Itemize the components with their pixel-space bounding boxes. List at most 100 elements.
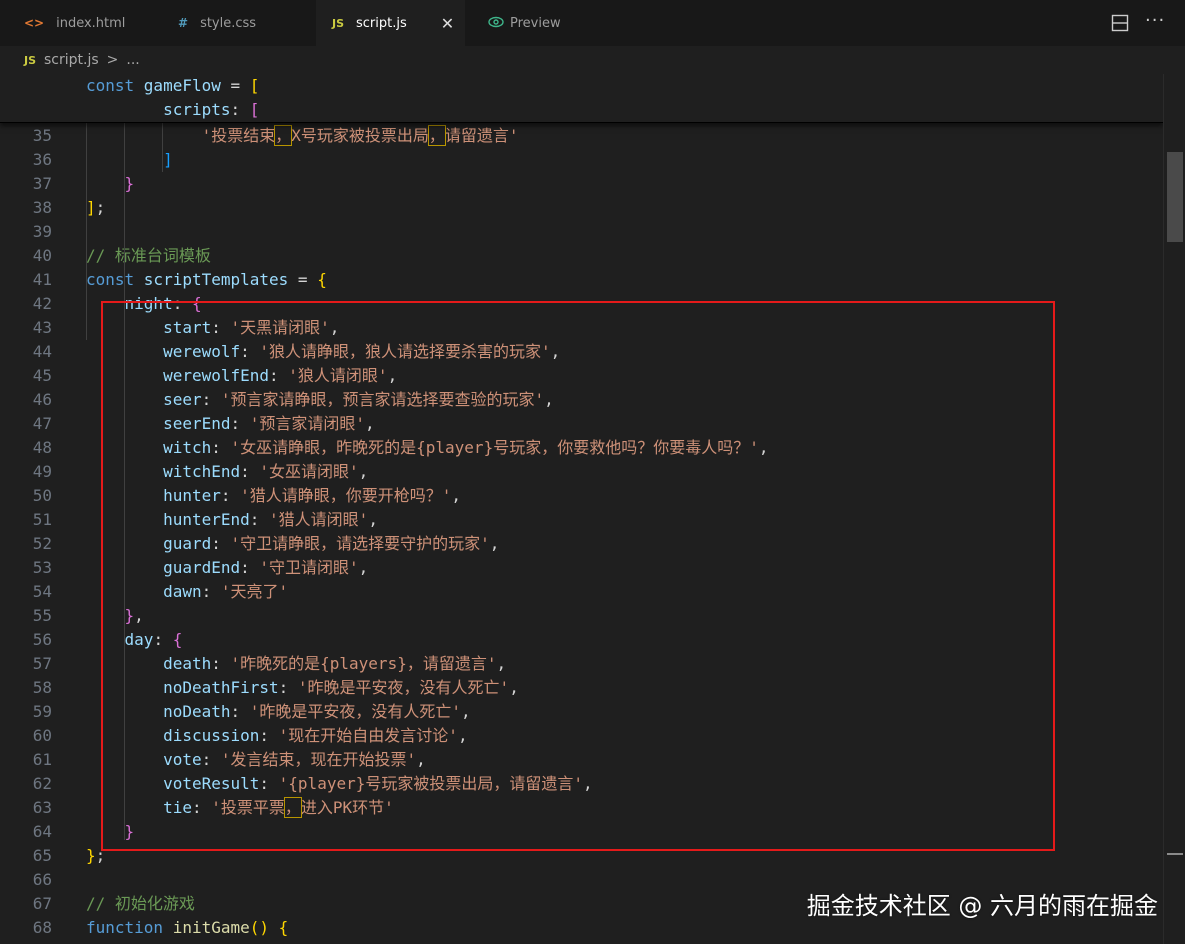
code-line[interactable]: 38];	[0, 196, 1163, 220]
code-line[interactable]: 56 day: {	[0, 628, 1163, 652]
code-token: night	[124, 294, 173, 313]
code-token: ,	[583, 774, 593, 793]
line-number: 55	[32, 606, 52, 625]
sticky-line[interactable]: scripts: [	[0, 98, 1163, 122]
line-number: 37	[32, 174, 52, 193]
code-line[interactable]: 50 hunter: '猎人请睁眼，你要开枪吗？',	[0, 484, 1163, 508]
close-icon[interactable]: ✕	[441, 14, 454, 33]
code-line[interactable]: 35 '投票结束，X号玩家被投票出局，请留遗言'	[0, 124, 1163, 148]
code-token: :	[211, 654, 231, 673]
code-line[interactable]: 41 const scriptTemplates = {	[0, 268, 1163, 292]
code-token: '昨晚死的是{players}，请留遗言'	[230, 654, 497, 673]
code-line[interactable]: 52 guard: '守卫请睁眼，请选择要守护的玩家',	[0, 532, 1163, 556]
split-editor-icon[interactable]	[1111, 14, 1129, 36]
line-number: 39	[32, 222, 52, 241]
code-line[interactable]: 61 vote: '发言结束，现在开始投票',	[0, 748, 1163, 772]
code-token: ;	[95, 846, 106, 865]
tab-preview[interactable]: Preview	[488, 0, 598, 46]
line-text: noDeathFirst: '昨晚是平安夜，没有人死亡',	[86, 676, 519, 700]
line-number: 41	[32, 270, 52, 289]
code-token: function	[86, 918, 173, 937]
code-line[interactable]: 59 noDeath: '昨晚是平安夜，没有人死亡',	[0, 700, 1163, 724]
line-text: dawn: '天亮了'	[86, 580, 288, 604]
code-token: :	[172, 294, 192, 313]
code-token: death	[163, 654, 212, 673]
line-number: 50	[32, 486, 52, 505]
code-token: initGame	[172, 918, 250, 937]
code-line[interactable]: 40 // 标准台词模板	[0, 244, 1163, 268]
tab-script-js[interactable]: JS script.js ✕	[316, 0, 465, 46]
code-token: :	[230, 100, 250, 119]
code-editor[interactable]: const gameFlow = [ scripts: [ 34 '发言结束，现…	[0, 74, 1163, 944]
line-number: 40	[32, 246, 52, 265]
code-token: '天亮了'	[220, 582, 289, 601]
breadcrumb-rest[interactable]: ...	[126, 52, 139, 68]
code-token: ,	[358, 462, 369, 481]
line-number: 46	[32, 390, 52, 409]
tab-label: style.css	[200, 15, 257, 31]
tab-style-css[interactable]: # style.css	[178, 0, 308, 46]
line-text: discussion: '现在开始自由发言讨论',	[86, 724, 468, 748]
code-line[interactable]: 53 guardEnd: '守卫请闭眼',	[0, 556, 1163, 580]
code-line[interactable]: 46 seer: '预言家请睁眼，预言家请选择要查验的玩家',	[0, 388, 1163, 412]
code-line[interactable]: 43 start: '天黑请闭眼',	[0, 316, 1163, 340]
code-token: '发言结束，现在开始投票'	[220, 750, 417, 769]
code-line[interactable]: 37 }	[0, 172, 1163, 196]
code-line[interactable]: 36 ]	[0, 148, 1163, 172]
line-text: witchEnd: '女巫请闭眼',	[86, 460, 368, 484]
code-line[interactable]: 54 dawn: '天亮了'	[0, 580, 1163, 604]
line-number: 60	[32, 726, 52, 745]
code-token: // 标准台词模板	[86, 246, 211, 265]
code-line[interactable]: 57 death: '昨晚死的是{players}，请留遗言',	[0, 652, 1163, 676]
more-actions-icon[interactable]: ···	[1145, 10, 1165, 31]
code-line[interactable]: 51 hunterEnd: '猎人请闭眼',	[0, 508, 1163, 532]
html-file-icon: <>	[24, 16, 45, 30]
code-token: voteResult	[163, 774, 260, 793]
code-token: [	[249, 100, 260, 119]
scrollbar-thumb[interactable]	[1167, 152, 1183, 242]
code-token: :	[201, 390, 221, 409]
code-line[interactable]: 55 },	[0, 604, 1163, 628]
code-line[interactable]: 39	[0, 220, 1163, 244]
code-token: ,	[509, 678, 519, 697]
code-line[interactable]: 45 werewolfEnd: '狼人请闭眼',	[0, 364, 1163, 388]
code-line[interactable]: 62 voteResult: '{player}号玩家被投票出局，请留遗言',	[0, 772, 1163, 796]
code-token: ,	[550, 342, 561, 361]
vertical-scrollbar[interactable]	[1163, 74, 1185, 944]
code-line[interactable]: 48 witch: '女巫请睁眼，昨晚死的是{player}号玩家，你要救他吗？…	[0, 436, 1163, 460]
sticky-line[interactable]: const gameFlow = [	[0, 74, 1163, 98]
line-text: death: '昨晚死的是{players}，请留遗言',	[86, 652, 506, 676]
line-text: // 初始化游戏	[86, 892, 195, 916]
code-line[interactable]: 58 noDeathFirst: '昨晚是平安夜，没有人死亡',	[0, 676, 1163, 700]
code-token: :	[201, 582, 221, 601]
breadcrumb-file[interactable]: script.js	[44, 52, 99, 68]
code-line[interactable]: 60 discussion: '现在开始自由发言讨论',	[0, 724, 1163, 748]
code-line[interactable]: 44 werewolf: '狼人请睁眼，狼人请选择要杀害的玩家',	[0, 340, 1163, 364]
tab-index-html[interactable]: <> index.html	[24, 0, 164, 46]
code-token: ]	[163, 150, 173, 169]
code-line[interactable]: 49 witchEnd: '女巫请闭眼',	[0, 460, 1163, 484]
code-line[interactable]: 47 seerEnd: '预言家请闭眼',	[0, 412, 1163, 436]
line-number: 49	[32, 462, 52, 481]
code-token: ,	[544, 390, 554, 409]
code-token: ，	[274, 125, 293, 146]
code-line[interactable]: 63 tie: '投票平票，进入PK环节'	[0, 796, 1163, 820]
code-token: vote	[163, 750, 202, 769]
code-line[interactable]: 64 }	[0, 820, 1163, 844]
code-token: =	[288, 270, 318, 289]
code-line[interactable]: 42 night: {	[0, 292, 1163, 316]
sticky-scroll-header[interactable]: const gameFlow = [ scripts: [	[0, 74, 1163, 123]
code-line[interactable]: 65};	[0, 844, 1163, 868]
code-token: :	[240, 342, 260, 361]
code-token: :	[211, 318, 231, 337]
line-number: 48	[32, 438, 52, 457]
code-token: :	[269, 366, 289, 385]
line-number: 51	[32, 510, 52, 529]
code-token: scriptTemplates	[143, 270, 289, 289]
line-text: night: {	[86, 292, 202, 316]
line-number: 42	[32, 294, 52, 313]
line-text: witch: '女巫请睁眼，昨晚死的是{player}号玩家，你要救他吗？你要毒…	[86, 436, 768, 460]
code-token: :	[191, 798, 212, 817]
